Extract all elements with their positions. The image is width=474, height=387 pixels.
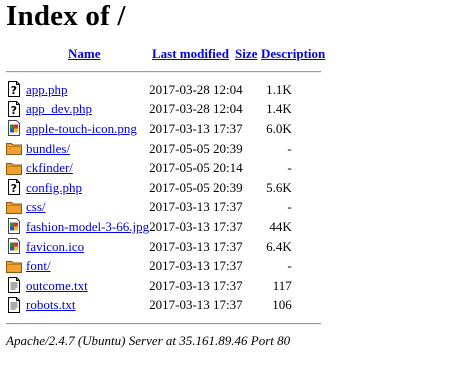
file-size: 106: [272, 297, 292, 313]
svg-text:?: ?: [11, 182, 17, 195]
file-size: -: [287, 199, 292, 215]
file-row: bundles/2017-05-05 20:39 -: [6, 139, 292, 159]
file-listing-table: ? app.php 2017-03-28 12:04 1.1K? app_dev.php…: [6, 80, 292, 315]
file-date: 2017-03-13 17:37: [149, 199, 243, 215]
file-link[interactable]: robots.txt: [26, 297, 75, 312]
folder-icon: [6, 140, 22, 156]
file-row: ? config.php 2017-05-05 20:39 5.6K: [6, 178, 292, 198]
file-row: robots.txt 2017-03-13 17:37 106: [6, 296, 292, 316]
unknown-file-icon: ?: [6, 179, 22, 195]
file-link[interactable]: apple-touch-icon.png: [26, 121, 137, 136]
file-date: 2017-03-13 17:37: [149, 277, 243, 293]
column-header-size[interactable]: Size: [235, 46, 257, 62]
file-row: ckfinder/2017-05-05 20:14 -: [6, 158, 292, 178]
file-link[interactable]: app_dev.php: [26, 101, 92, 116]
header-divider: [6, 71, 321, 73]
folder-icon: [6, 199, 22, 215]
column-header-name[interactable]: Name: [68, 46, 101, 62]
file-row: fashion-model-3-66.jpg 2017-03-13 17:37 44…: [6, 217, 292, 237]
file-link[interactable]: css/: [26, 199, 46, 214]
file-date: 2017-03-13 17:37: [149, 258, 243, 274]
folder-icon: [6, 160, 22, 176]
page-title: Index of /: [6, 0, 126, 32]
file-row: ? app.php 2017-03-28 12:04 1.1K: [6, 80, 292, 100]
file-date: 2017-03-28 12:04: [149, 101, 243, 117]
file-link[interactable]: app.php: [26, 82, 68, 97]
file-date: 2017-03-13 17:37: [149, 218, 243, 234]
file-date: 2017-03-13 17:37: [149, 238, 243, 254]
column-header-last-modified[interactable]: Last modified: [152, 46, 229, 62]
file-date: 2017-05-05 20:39: [149, 140, 243, 156]
footer-divider: [6, 323, 321, 325]
unknown-file-icon: ?: [6, 100, 22, 117]
svg-text:?: ?: [11, 84, 17, 97]
file-date: 2017-03-28 12:04: [149, 81, 243, 97]
file-date: 2017-03-13 17:37: [149, 120, 243, 136]
file-size: 6.0K: [266, 120, 292, 136]
column-header-description[interactable]: Description: [261, 46, 325, 62]
unknown-file-icon: ?: [6, 81, 22, 97]
file-size: -: [287, 258, 292, 274]
file-row: apple-touch-icon.png 2017-03-13 17:37 6.0K: [6, 119, 292, 139]
folder-icon: [6, 258, 22, 274]
server-signature: Apache/2.4.7 (Ubuntu) Server at 35.161.8…: [6, 333, 291, 348]
file-date: 2017-03-13 17:37: [149, 297, 243, 313]
svg-text:?: ?: [11, 104, 17, 117]
file-size: 44K: [269, 218, 292, 234]
file-row: font/2017-03-13 17:37 -: [6, 256, 292, 276]
file-link[interactable]: bundles/: [26, 141, 70, 156]
file-link[interactable]: favicon.ico: [26, 239, 84, 254]
file-row: css/2017-03-13 17:37 -: [6, 198, 292, 218]
file-date: 2017-05-05 20:39: [149, 179, 243, 195]
file-link[interactable]: outcome.txt: [26, 278, 88, 293]
image-file-icon: [6, 238, 22, 255]
file-date: 2017-05-05 20:14: [149, 160, 243, 176]
text-file-icon: [6, 296, 22, 313]
file-row: ? app_dev.php 2017-03-28 12:04 1.4K: [6, 100, 292, 120]
file-row: favicon.ico 2017-03-13 17:37 6.4K: [6, 237, 292, 257]
image-file-icon: [6, 218, 22, 235]
file-link[interactable]: ckfinder/: [26, 160, 73, 175]
file-row: outcome.txt 2017-03-13 17:37 117: [6, 276, 292, 296]
file-size: -: [287, 160, 292, 176]
file-size: 6.4K: [266, 238, 292, 254]
file-size: 5.6K: [266, 179, 292, 195]
file-size: 1.4K: [266, 101, 292, 117]
file-link[interactable]: fashion-model-3-66.jpg: [26, 219, 149, 234]
file-size: 117: [272, 277, 292, 293]
text-file-icon: [6, 277, 22, 294]
file-link[interactable]: font/: [26, 258, 51, 273]
file-size: 1.1K: [266, 81, 292, 97]
image-file-icon: [6, 120, 22, 137]
file-size: -: [287, 140, 292, 156]
file-link[interactable]: config.php: [26, 180, 82, 195]
